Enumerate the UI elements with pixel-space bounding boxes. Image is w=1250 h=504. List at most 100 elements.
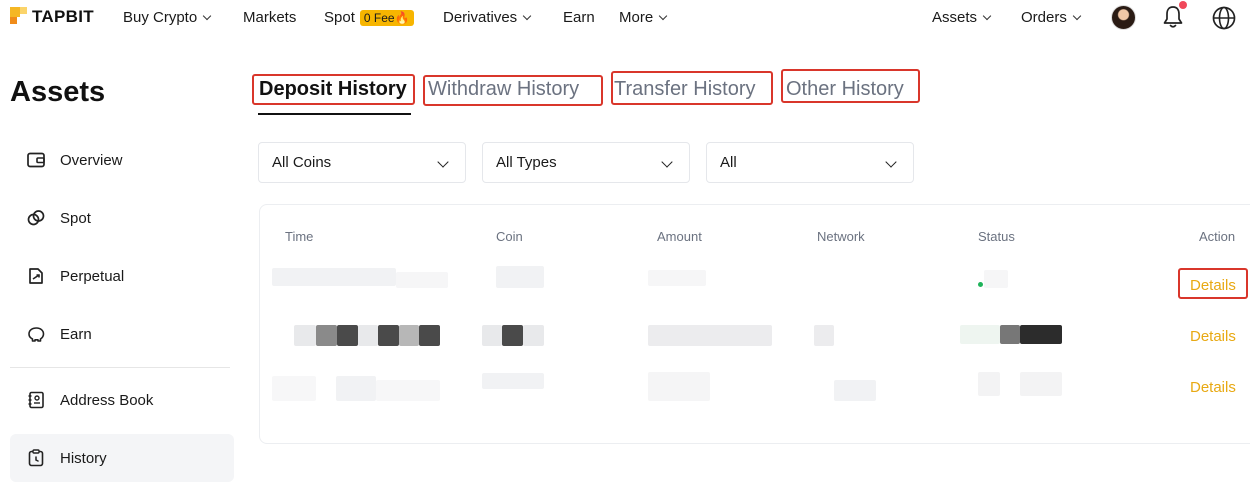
highlight-box [252, 74, 415, 105]
sidebar-divider [10, 367, 230, 368]
highlight-box [611, 71, 773, 105]
chevron-down-icon [982, 11, 992, 20]
redacted-cell [984, 270, 1008, 288]
user-avatar[interactable] [1111, 5, 1136, 30]
redacted-cell [960, 325, 1000, 344]
redacted-cell [399, 325, 419, 346]
history-table [259, 204, 1250, 444]
nav-markets[interactable]: Markets [243, 9, 296, 26]
top-navigation-bar: TAPBIT Buy Crypto Markets Spot 0 Fee🔥 De… [0, 0, 1250, 36]
nav-spot[interactable]: Spot 0 Fee🔥 [324, 9, 414, 26]
sidebar-item-label: Address Book [60, 391, 154, 409]
nav-buy-crypto[interactable]: Buy Crypto [123, 9, 212, 26]
nav-spot-label: Spot [324, 9, 355, 26]
redacted-cell [316, 325, 337, 346]
contract-icon [26, 266, 46, 286]
redacted-cell [336, 376, 376, 401]
sidebar-item-address-book[interactable]: Address Book [10, 376, 234, 424]
nav-more-label: More [619, 9, 654, 26]
sidebar-item-label: Spot [60, 209, 91, 227]
nav-derivatives-label: Derivatives [443, 9, 518, 26]
highlight-box [1178, 268, 1248, 299]
sidebar-item-earn[interactable]: Earn [10, 310, 234, 358]
column-header-network: Network [817, 229, 865, 244]
redacted-cell [376, 380, 440, 401]
column-header-coin: Coin [496, 229, 523, 244]
history-icon [26, 448, 46, 468]
coin-filter-select[interactable]: All Coins [258, 142, 466, 183]
redacted-cell [834, 380, 876, 401]
redacted-cell [1020, 372, 1062, 396]
redacted-cell [1020, 325, 1062, 344]
highlight-box [781, 69, 920, 103]
column-header-time: Time [285, 229, 314, 244]
chevron-down-icon [661, 156, 673, 168]
redacted-cell [272, 268, 396, 286]
sidebar-item-spot[interactable]: Spot [10, 194, 234, 242]
redacted-cell [978, 372, 1000, 396]
chevron-down-icon [437, 156, 449, 168]
chevron-down-icon [658, 11, 668, 20]
status-filter-select[interactable]: All [706, 142, 914, 183]
sidebar-item-label: History [60, 449, 107, 467]
tapbit-logo[interactable]: TAPBIT [10, 6, 94, 28]
redacted-cell [358, 325, 378, 346]
details-link[interactable]: Details [1190, 328, 1236, 345]
nav-assets-label: Assets [932, 9, 978, 26]
coin-filter-value: All Coins [272, 154, 332, 171]
redacted-cell [814, 325, 834, 346]
wallet-icon [26, 150, 46, 170]
redacted-cell [1000, 325, 1020, 344]
redacted-cell [523, 325, 544, 346]
chevron-down-icon [1072, 11, 1082, 20]
address-book-icon [26, 390, 46, 410]
active-tab-underline [258, 113, 411, 115]
redacted-cell [419, 325, 440, 346]
redacted-cell [502, 325, 523, 346]
sidebar-item-overview[interactable]: Overview [10, 136, 234, 184]
nav-orders[interactable]: Orders [1021, 9, 1082, 26]
logo-mark-icon [10, 7, 28, 27]
sidebar-item-perpetual[interactable]: Perpetual [10, 252, 234, 300]
redacted-cell [648, 270, 706, 286]
sidebar-item-label: Perpetual [60, 267, 125, 285]
redacted-cell [496, 266, 544, 288]
zero-fee-badge: 0 Fee🔥 [359, 9, 414, 26]
column-header-action: Action [1199, 229, 1236, 244]
sidebar-item-label: Overview [60, 151, 123, 169]
redacted-cell [396, 272, 448, 288]
nav-earn[interactable]: Earn [563, 9, 595, 26]
redacted-cell [482, 373, 544, 389]
coins-icon [26, 208, 46, 228]
nav-buy-crypto-label: Buy Crypto [123, 9, 198, 26]
redacted-cell [294, 325, 316, 346]
column-header-status: Status [978, 229, 1015, 244]
nav-orders-label: Orders [1021, 9, 1067, 26]
sidebar-item-history[interactable]: History [10, 434, 234, 482]
status-filter-value: All [720, 154, 737, 171]
nav-earn-label: Earn [563, 9, 595, 26]
nav-more[interactable]: More [619, 9, 668, 26]
highlight-box [423, 75, 603, 106]
redacted-cell [337, 325, 358, 346]
nav-markets-label: Markets [243, 9, 297, 26]
redacted-cell [378, 325, 399, 346]
type-filter-value: All Types [496, 154, 557, 171]
column-header-amount: Amount [657, 229, 702, 244]
details-link[interactable]: Details [1190, 379, 1236, 396]
nav-assets[interactable]: Assets [932, 9, 992, 26]
redacted-cell [482, 325, 502, 346]
status-indicator [978, 282, 983, 287]
globe-icon[interactable] [1211, 5, 1237, 31]
page-title: Assets [10, 76, 106, 108]
chevron-down-icon [202, 11, 212, 20]
redacted-cell [648, 325, 772, 346]
type-filter-select[interactable]: All Types [482, 142, 690, 183]
chevron-down-icon [522, 11, 532, 20]
sidebar-item-label: Earn [60, 325, 92, 343]
nav-derivatives[interactable]: Derivatives [443, 9, 532, 26]
notification-dot [1179, 1, 1187, 9]
logo-text: TAPBIT [32, 7, 94, 26]
redacted-cell [272, 376, 316, 401]
piggy-bank-icon [26, 324, 46, 344]
